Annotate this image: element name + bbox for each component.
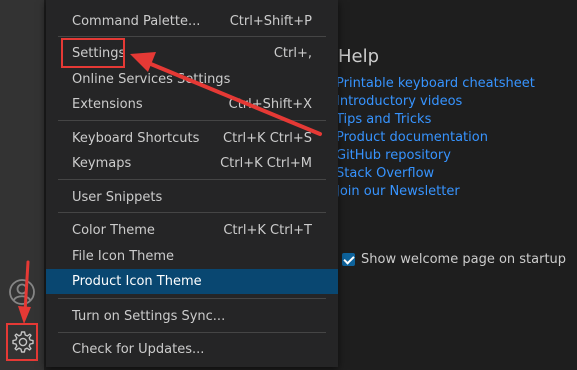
help-links: Printable keyboard cheatsheet Introducto… (336, 75, 535, 201)
help-link[interactable]: Printable keyboard cheatsheet (336, 75, 535, 93)
menu-separator (58, 298, 326, 299)
menu-item-keyboard-shortcuts[interactable]: Keyboard Shortcuts Ctrl+K Ctrl+S (46, 126, 338, 151)
menu-item-file-icon-theme[interactable]: File Icon Theme (46, 244, 338, 269)
menu-item-label: Product Icon Theme (72, 274, 202, 289)
help-link[interactable]: Product documentation (336, 129, 535, 147)
welcome-help-section: Help Printable keyboard cheatsheet Intro… (336, 46, 535, 201)
gear-annotation-box (6, 323, 38, 361)
menu-item-online-services-settings[interactable]: Online Services Settings (46, 67, 338, 92)
startup-option: Show welcome page on startup (342, 252, 566, 267)
menu-item-label: User Snippets (72, 190, 163, 205)
menu-item-label: Online Services Settings (72, 72, 231, 87)
menu-item-label: Keyboard Shortcuts (72, 131, 200, 146)
startup-checkbox[interactable] (342, 253, 355, 266)
activity-bar (0, 0, 44, 370)
account-icon[interactable] (8, 278, 36, 306)
help-link[interactable]: GitHub repository (336, 147, 535, 165)
menu-item-extensions[interactable]: Extensions Ctrl+Shift+X (46, 92, 338, 117)
help-heading: Help (338, 46, 380, 67)
menu-item-user-snippets[interactable]: User Snippets (46, 185, 338, 210)
vscode-window: Help Printable keyboard cheatsheet Intro… (0, 0, 577, 370)
menu-item-label: Turn on Settings Sync... (72, 309, 226, 324)
menu-item-label: Color Theme (72, 223, 155, 238)
menu-item-label: Extensions (72, 97, 143, 112)
menu-separator (58, 332, 326, 333)
gear-icon[interactable] (11, 330, 35, 354)
menu-item-shortcut: Ctrl+, (273, 46, 312, 61)
menu-item-color-theme[interactable]: Color Theme Ctrl+K Ctrl+T (46, 218, 338, 243)
menu-item-shortcut: Ctrl+Shift+X (228, 97, 312, 112)
help-link[interactable]: Tips and Tricks (336, 111, 535, 129)
settings-annotation-box (61, 38, 125, 68)
menu-item-shortcut: Ctrl+K Ctrl+M (220, 156, 312, 171)
menu-item-product-icon-theme[interactable]: Product Icon Theme (46, 269, 338, 294)
menu-item-keymaps[interactable]: Keymaps Ctrl+K Ctrl+M (46, 151, 338, 176)
menu-item-label: File Icon Theme (72, 249, 175, 264)
menu-item-shortcut: Ctrl+K Ctrl+T (223, 223, 312, 238)
startup-label: Show welcome page on startup (361, 252, 567, 267)
menu-item-label: Command Palette... (72, 14, 201, 29)
help-link[interactable]: Join our Newsletter (336, 183, 535, 201)
menu-item-label: Keymaps (72, 156, 132, 171)
menu-item-check-for-updates[interactable]: Check for Updates... (46, 337, 338, 362)
help-link[interactable]: Introductory videos (336, 93, 535, 111)
menu-item-label: Check for Updates... (72, 342, 205, 357)
menu-item-command-palette[interactable]: Command Palette... Ctrl+Shift+P (46, 9, 338, 34)
help-link[interactable]: Stack Overflow (336, 165, 535, 183)
menu-item-shortcut: Ctrl+Shift+P (229, 14, 312, 29)
menu-item-settings-sync[interactable]: Turn on Settings Sync... (46, 304, 338, 329)
menu-separator (58, 120, 326, 121)
menu-separator (58, 36, 326, 37)
menu-separator (58, 212, 326, 213)
menu-item-shortcut: Ctrl+K Ctrl+S (223, 131, 312, 146)
menu-separator (58, 179, 326, 180)
